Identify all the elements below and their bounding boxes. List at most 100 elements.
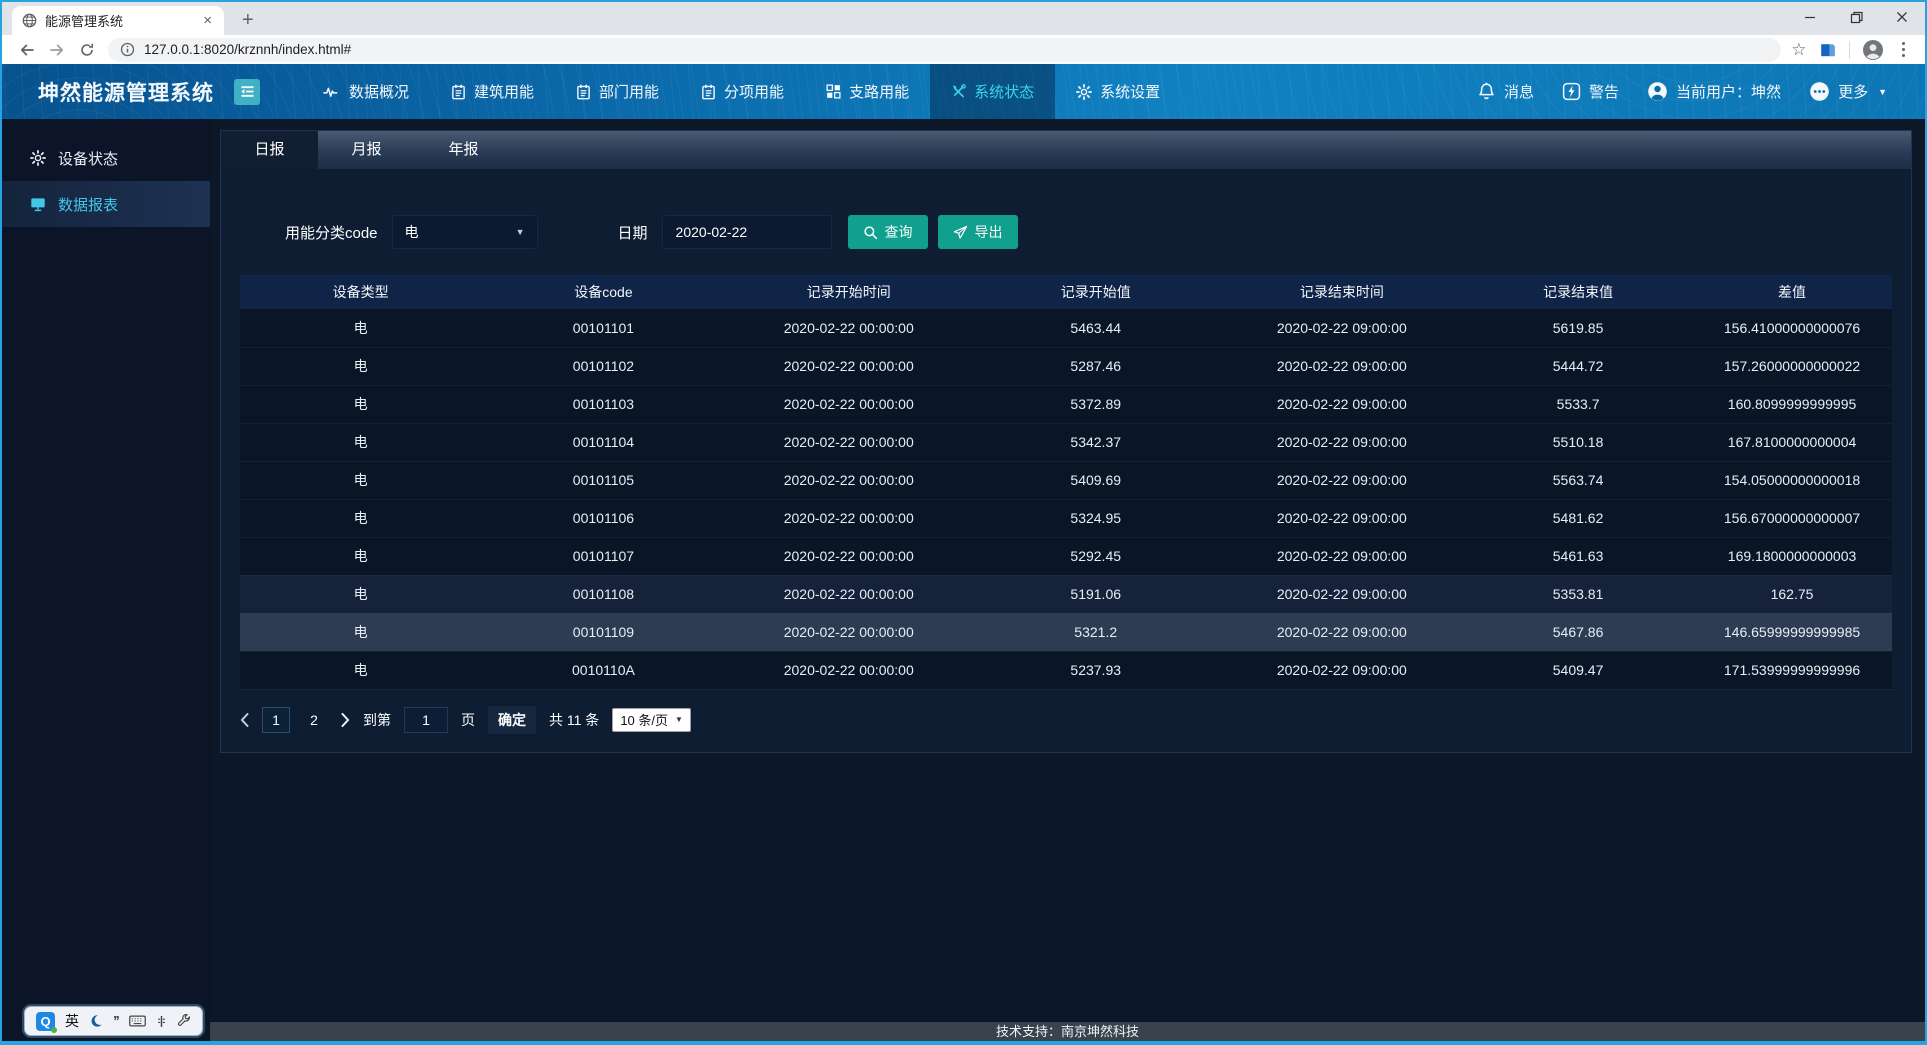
info-icon[interactable] <box>120 42 135 57</box>
table-row[interactable]: 电001011042020-02-22 00:00:005342.372020-… <box>240 423 1892 461</box>
table-cell: 2020-02-22 00:00:00 <box>726 385 972 423</box>
table-row[interactable]: 电0010110A2020-02-22 00:00:005237.932020-… <box>240 651 1892 689</box>
footer: 技术支持：南京坤然科技 <box>210 1022 1925 1041</box>
nav-item-department-energy[interactable]: 部门用能 <box>555 64 680 119</box>
table-cell: 2020-02-22 00:00:00 <box>726 347 972 385</box>
table-cell: 2020-02-22 00:00:00 <box>726 575 972 613</box>
table-row[interactable]: 电001011092020-02-22 00:00:005321.22020-0… <box>240 613 1892 651</box>
refresh-button[interactable] <box>72 37 102 63</box>
table-cell: 171.53999999999996 <box>1692 651 1892 689</box>
table-cell: 00101108 <box>481 575 725 613</box>
nav-item-system-settings[interactable]: 系统设置 <box>1055 64 1181 119</box>
ime-toolbar[interactable]: Q 英 ’’ <box>24 1006 203 1036</box>
grid-icon <box>826 84 841 99</box>
table-cell: 5342.37 <box>972 423 1220 461</box>
monitor-icon <box>30 196 46 212</box>
nav-item-label: 系统设置 <box>1100 81 1160 102</box>
paper-plane-icon <box>953 225 968 240</box>
table-row[interactable]: 电001011062020-02-22 00:00:005324.952020-… <box>240 499 1892 537</box>
table-cell: 2020-02-22 00:00:00 <box>726 499 972 537</box>
total-count: 共 11 条 <box>549 710 599 730</box>
close-button[interactable] <box>1879 2 1925 32</box>
browser-menu-icon[interactable] <box>1896 42 1912 58</box>
sidebar-menu: 设备状态数据报表 <box>2 135 210 227</box>
app-brand: 坤然能源管理系统 <box>2 77 214 107</box>
nav-item-data-overview[interactable]: 数据概况 <box>302 64 430 119</box>
prev-page-icon[interactable] <box>240 713 249 727</box>
table-row[interactable]: 电001011032020-02-22 00:00:005372.892020-… <box>240 385 1892 423</box>
nav-item-branch-energy[interactable]: 支路用能 <box>805 64 930 119</box>
ime-language-toggle[interactable]: 英 <box>65 1011 79 1031</box>
table-row[interactable]: 电001011022020-02-22 00:00:005287.462020-… <box>240 347 1892 385</box>
table-cell: 电 <box>240 575 481 613</box>
nav-more[interactable]: 更多▼ <box>1809 81 1887 102</box>
export-button[interactable]: 导出 <box>938 215 1018 249</box>
tab-monthly[interactable]: 月报 <box>318 131 415 169</box>
table-cell: 162.75 <box>1692 575 1892 613</box>
pagination-pages: 12 <box>262 707 328 733</box>
next-page-icon[interactable] <box>341 713 350 727</box>
globe-favicon-icon <box>22 13 37 28</box>
app-navbar: 坤然能源管理系统 数据概况建筑用能部门用能分项用能支路用能系统状态 系统设置 消息… <box>2 64 1925 119</box>
keyboard-icon[interactable] <box>129 1015 146 1027</box>
tab-close-icon[interactable]: × <box>199 12 216 29</box>
table-row[interactable]: 电001011082020-02-22 00:00:005191.062020-… <box>240 575 1892 613</box>
table-cell: 2020-02-22 09:00:00 <box>1220 347 1464 385</box>
column-header: 记录结束值 <box>1464 275 1692 309</box>
gear-icon <box>1076 84 1092 100</box>
page-size-select[interactable]: 10 条/页 ▼ <box>612 708 691 732</box>
page-button[interactable]: 2 <box>300 707 328 733</box>
nav-alerts[interactable]: 警告 <box>1562 81 1619 102</box>
tab-yearly[interactable]: 年报 <box>415 131 512 169</box>
url-field[interactable]: 127.0.0.1:8020/krznnh/index.html# <box>108 38 1781 62</box>
nav-messages[interactable]: 消息 <box>1477 81 1534 102</box>
table-cell: 00101106 <box>481 499 725 537</box>
goto-page-input[interactable] <box>404 707 448 733</box>
minimize-button[interactable] <box>1787 2 1833 32</box>
confirm-button[interactable]: 确定 <box>488 706 536 734</box>
tab-daily[interactable]: 日报 <box>221 131 318 169</box>
export-button-label: 导出 <box>975 222 1003 242</box>
punctuation-icon[interactable]: ’’ <box>113 1013 119 1030</box>
table-cell: 5324.95 <box>972 499 1220 537</box>
ime-logo-icon[interactable]: Q <box>36 1012 55 1031</box>
forward-button[interactable] <box>42 37 72 63</box>
table-row[interactable]: 电001011052020-02-22 00:00:005409.692020-… <box>240 461 1892 499</box>
tab-title: 能源管理系统 <box>45 11 191 30</box>
extension-icon[interactable] <box>1819 41 1837 59</box>
table-cell: 2020-02-22 00:00:00 <box>726 423 972 461</box>
browser-tab[interactable]: 能源管理系统 × <box>12 6 224 35</box>
table-body: 电001011012020-02-22 00:00:005463.442020-… <box>240 309 1892 689</box>
gear-icon <box>30 150 46 166</box>
app-body: 设备状态数据报表 日报月报年报 用能分类code 电 ▼ 日期 <box>2 119 1925 1041</box>
table-cell: 00101104 <box>481 423 725 461</box>
new-tab-button[interactable]: + <box>234 9 262 32</box>
tools-icon <box>951 84 966 99</box>
clipboard-icon <box>701 84 716 100</box>
search-button[interactable]: 查询 <box>848 215 928 249</box>
collapse-menu-icon[interactable] <box>234 79 260 105</box>
restore-button[interactable] <box>1833 2 1879 32</box>
back-button[interactable] <box>12 37 42 63</box>
nav-current-user[interactable]: 当前用户：坤然 <box>1647 81 1781 102</box>
nav-item-item-energy[interactable]: 分项用能 <box>680 64 805 119</box>
nav-item-building-energy[interactable]: 建筑用能 <box>430 64 555 119</box>
chevron-down-icon: ▼ <box>1878 87 1887 97</box>
category-select[interactable]: 电 ▼ <box>392 215 538 249</box>
table-cell: 154.05000000000018 <box>1692 461 1892 499</box>
profile-avatar[interactable] <box>1862 39 1884 61</box>
sidebar-item-device-status[interactable]: 设备状态 <box>2 135 210 181</box>
sidebar-item-data-report[interactable]: 数据报表 <box>2 181 210 227</box>
nav-item-system-status[interactable]: 系统状态 <box>930 64 1055 119</box>
main-content: 日报月报年报 用能分类code 电 ▼ 日期 查询 <box>210 119 1925 1022</box>
wrench-icon[interactable] <box>177 1014 191 1028</box>
table-row[interactable]: 电001011012020-02-22 00:00:005463.442020-… <box>240 309 1892 347</box>
date-input[interactable] <box>662 215 832 249</box>
alert-icon <box>1562 82 1581 101</box>
bookmark-star-icon[interactable]: ☆ <box>1791 41 1806 58</box>
moon-icon[interactable] <box>89 1014 103 1028</box>
table-row[interactable]: 电001011072020-02-22 00:00:005292.452020-… <box>240 537 1892 575</box>
ime-tool-icon[interactable] <box>156 1015 167 1028</box>
report-tabs: 日报月报年报 <box>221 131 1911 169</box>
page-button[interactable]: 1 <box>262 707 290 733</box>
